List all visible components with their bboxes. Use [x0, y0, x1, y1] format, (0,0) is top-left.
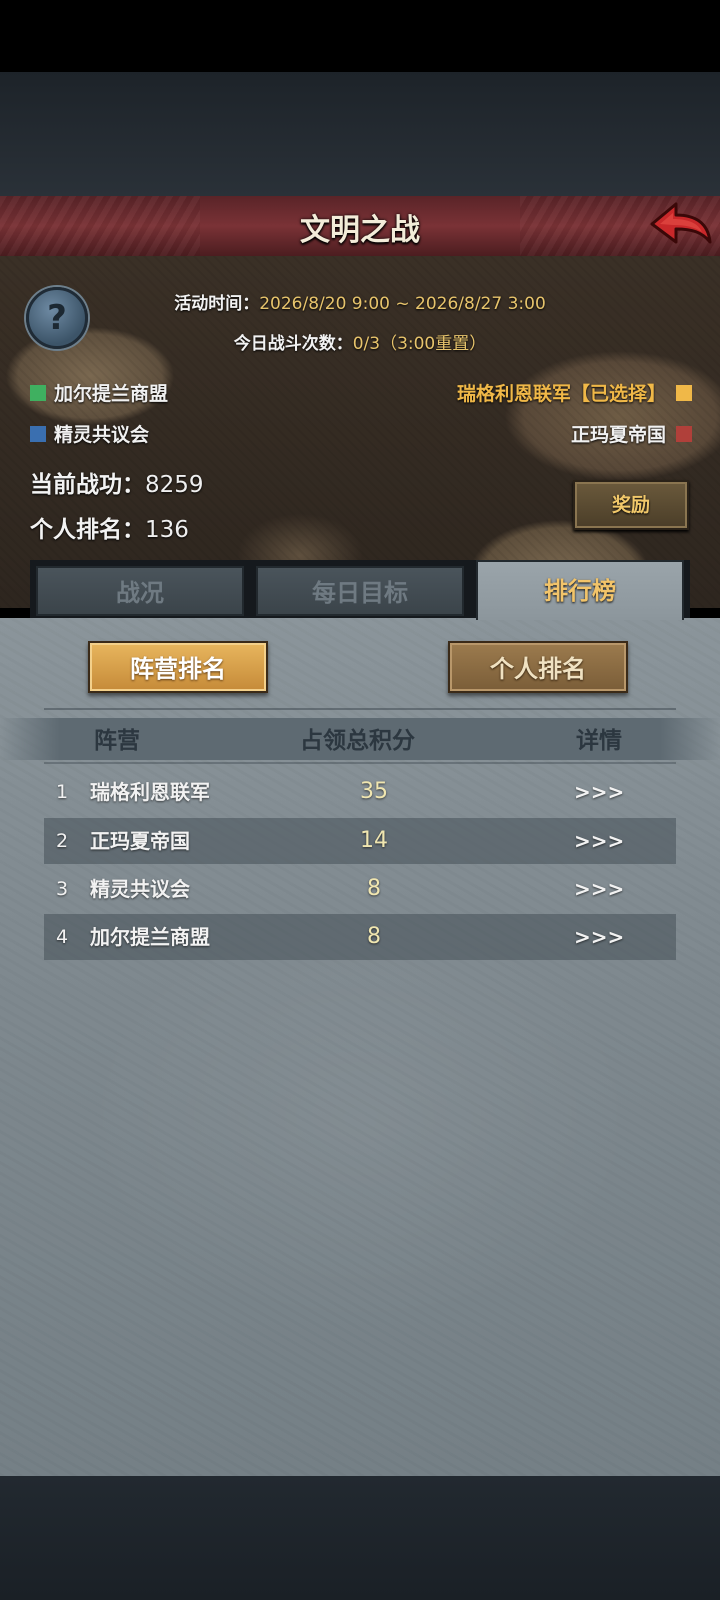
row-detail-link[interactable]: >>> — [574, 818, 624, 864]
faction-legend-zhengma-empire: 正玛夏帝国 — [571, 420, 692, 447]
column-header-camp: 阵营 — [94, 728, 140, 754]
upper-frame — [0, 72, 720, 196]
tab-leaderboard[interactable]: 排行榜 — [476, 560, 684, 620]
row-score: 8 — [367, 876, 381, 901]
row-camp-name: 瑞格利恩联军 — [90, 780, 210, 804]
back-arrow-icon — [650, 202, 712, 244]
row-camp-name: 精灵共议会 — [90, 877, 190, 901]
row-rank: 3 — [56, 878, 69, 900]
personal-ranking-button[interactable]: 个人排名 — [448, 641, 628, 693]
row-rank: 2 — [56, 830, 69, 852]
event-time: 活动时间：2026/8/20 9:00 ~ 2026/8/27 3:00 — [174, 294, 546, 314]
faction-color-swatch — [676, 384, 692, 401]
tab-daily-goals[interactable]: 每日目标 — [256, 566, 464, 616]
tab-battle-status[interactable]: 战况 — [36, 566, 244, 616]
column-header-score: 占领总积分 — [300, 728, 415, 754]
back-button[interactable] — [646, 198, 714, 252]
status-bar-area — [0, 0, 720, 72]
table-row: 3 精灵共议会 8 >>> — [44, 866, 676, 912]
faction-color-swatch — [30, 384, 46, 401]
row-detail-link[interactable]: >>> — [574, 769, 624, 815]
faction-legend-riglien-selected: 瑞格利恩联军【已选择】 — [457, 379, 692, 406]
row-camp-name: 正玛夏帝国 — [90, 829, 190, 853]
faction-legend-elf-council: 精灵共议会 — [30, 420, 149, 447]
faction-color-swatch — [30, 425, 46, 442]
camp-ranking-button[interactable]: 阵营排名 — [88, 641, 268, 693]
row-detail-link[interactable]: >>> — [574, 914, 624, 960]
faction-color-swatch — [676, 425, 692, 442]
table-row: 1 瑞格利恩联军 35 >>> — [44, 769, 676, 815]
bottom-frame — [0, 1476, 720, 1600]
row-rank: 4 — [56, 926, 69, 948]
page-title: 文明之战 — [300, 213, 420, 248]
row-rank: 1 — [56, 781, 69, 803]
column-header-detail: 详情 — [576, 728, 622, 754]
divider — [44, 708, 676, 710]
reward-button[interactable]: 奖励 — [573, 480, 689, 530]
row-score: 35 — [360, 779, 388, 804]
personal-rank: 个人排名：136 — [30, 517, 189, 543]
current-merit: 当前战功：8259 — [30, 472, 204, 498]
table-row: 2 正玛夏帝国 14 >>> — [44, 818, 676, 864]
row-detail-link[interactable]: >>> — [574, 866, 624, 912]
row-score: 8 — [367, 924, 381, 949]
row-score: 14 — [360, 828, 388, 853]
faction-legend-gartilan: 加尔提兰商盟 — [30, 379, 168, 406]
daily-battles: 今日战斗次数：0/3（3:00重置） — [233, 334, 487, 354]
divider — [44, 762, 676, 764]
row-camp-name: 加尔提兰商盟 — [90, 925, 210, 949]
table-row: 4 加尔提兰商盟 8 >>> — [44, 914, 676, 960]
